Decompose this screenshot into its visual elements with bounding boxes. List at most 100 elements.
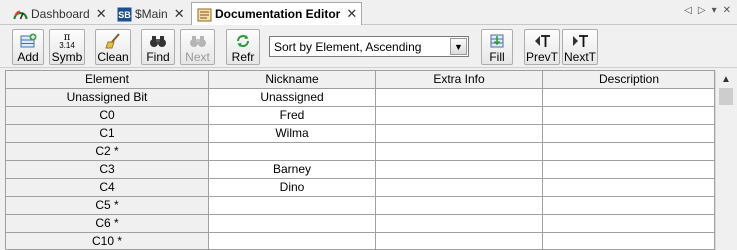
symb-label: Symb bbox=[51, 50, 83, 64]
nickname-cell[interactable] bbox=[209, 215, 376, 233]
extra-info-cell[interactable] bbox=[376, 233, 543, 249]
refresh-icon bbox=[233, 32, 253, 50]
svg-text:SB: SB bbox=[118, 10, 131, 20]
nickname-cell[interactable]: Dino bbox=[209, 179, 376, 197]
dashboard-icon bbox=[13, 7, 28, 22]
nickname-cell[interactable]: Fred bbox=[209, 107, 376, 125]
element-cell[interactable]: C10 * bbox=[6, 233, 209, 249]
close-icon[interactable]: ✕ bbox=[723, 5, 731, 16]
column-header-extra-info[interactable]: Extra Info bbox=[376, 71, 543, 89]
close-icon[interactable]: ✕ bbox=[346, 6, 357, 22]
documentation-grid: Element Nickname Extra Info Description … bbox=[5, 70, 715, 250]
nextt-label: NextT bbox=[563, 50, 596, 64]
add-icon bbox=[18, 32, 38, 50]
ladder-program-icon: SB bbox=[117, 7, 132, 22]
table-row[interactable]: C10 * bbox=[6, 233, 714, 249]
table-row[interactable]: C0 Fred bbox=[6, 107, 714, 125]
extra-info-cell[interactable] bbox=[376, 125, 543, 143]
grid-header: Element Nickname Extra Info Description bbox=[6, 71, 714, 89]
extra-info-cell[interactable] bbox=[376, 215, 543, 233]
scroll-up-icon[interactable]: ▲ bbox=[716, 70, 736, 88]
table-row[interactable]: C3 Barney bbox=[6, 161, 714, 179]
clean-button[interactable]: Clean bbox=[95, 29, 131, 65]
close-icon[interactable]: ✕ bbox=[96, 6, 107, 22]
chevron-down-icon[interactable]: ▼ bbox=[450, 38, 467, 55]
nickname-cell[interactable] bbox=[209, 143, 376, 161]
nickname-cell[interactable]: Wilma bbox=[209, 125, 376, 143]
nickname-cell[interactable] bbox=[209, 197, 376, 215]
extra-info-cell[interactable] bbox=[376, 89, 543, 107]
element-cell[interactable]: C6 * bbox=[6, 215, 209, 233]
documentation-toolbar: Add π 3.14 Symb Clean Find Next Refr Sor… bbox=[0, 26, 737, 68]
description-cell[interactable] bbox=[543, 107, 714, 125]
sort-select-value: Sort by Element, Ascending bbox=[274, 40, 422, 54]
element-cell[interactable]: C0 bbox=[6, 107, 209, 125]
fill-button[interactable]: Fill bbox=[481, 29, 513, 65]
tab-label: Dashboard bbox=[31, 7, 90, 21]
description-cell[interactable] bbox=[543, 143, 714, 161]
extra-info-cell[interactable] bbox=[376, 197, 543, 215]
table-row[interactable]: C5 * bbox=[6, 197, 714, 215]
find-label: Find bbox=[146, 50, 170, 64]
extra-info-cell[interactable] bbox=[376, 179, 543, 197]
sort-select[interactable]: Sort by Element, Ascending ▼ bbox=[269, 36, 469, 57]
fill-label: Fill bbox=[489, 50, 505, 64]
tab-documentation-editor[interactable]: Documentation Editor ✕ bbox=[191, 2, 363, 25]
refresh-button[interactable]: Refr bbox=[226, 29, 260, 65]
broom-icon bbox=[103, 32, 123, 50]
next-title-button[interactable]: NextT bbox=[562, 29, 598, 65]
nickname-cell[interactable] bbox=[209, 233, 376, 249]
tab-label: Documentation Editor bbox=[215, 7, 341, 21]
nickname-cell[interactable]: Barney bbox=[209, 161, 376, 179]
element-cell[interactable]: C3 bbox=[6, 161, 209, 179]
column-header-element[interactable]: Element bbox=[6, 71, 209, 89]
nickname-cell[interactable]: Unassigned bbox=[209, 89, 376, 107]
previous-title-button[interactable]: PrevT bbox=[524, 29, 560, 65]
table-row[interactable]: C6 * bbox=[6, 215, 714, 233]
binoculars-disabled-icon bbox=[188, 32, 208, 50]
tab-dashboard[interactable]: Dashboard ✕ bbox=[8, 3, 111, 25]
pi-value-text: 3.14 bbox=[59, 40, 75, 50]
column-header-description[interactable]: Description bbox=[543, 71, 714, 89]
add-button[interactable]: Add bbox=[12, 29, 44, 65]
element-cell[interactable]: C4 bbox=[6, 179, 209, 197]
extra-info-cell[interactable] bbox=[376, 161, 543, 179]
description-cell[interactable] bbox=[543, 197, 714, 215]
column-header-nickname[interactable]: Nickname bbox=[209, 71, 376, 89]
symbol-button[interactable]: π 3.14 Symb bbox=[49, 29, 85, 65]
table-row[interactable]: C1 Wilma bbox=[6, 125, 714, 143]
documentation-editor-icon bbox=[197, 7, 212, 22]
tab-main[interactable]: SB $Main ✕ bbox=[112, 3, 189, 25]
table-row[interactable]: C2 * bbox=[6, 143, 714, 161]
description-cell[interactable] bbox=[543, 233, 714, 249]
description-cell[interactable] bbox=[543, 161, 714, 179]
previous-title-icon bbox=[532, 32, 552, 50]
find-button[interactable]: Find bbox=[141, 29, 175, 65]
description-cell[interactable] bbox=[543, 125, 714, 143]
element-cell[interactable]: C1 bbox=[6, 125, 209, 143]
table-row[interactable]: Unassigned Bit Unassigned bbox=[6, 89, 714, 107]
scroll-right-icon[interactable]: ▷ bbox=[698, 5, 706, 16]
element-cell[interactable]: Unassigned Bit bbox=[6, 89, 209, 107]
clean-label: Clean bbox=[97, 50, 129, 64]
scroll-left-icon[interactable]: ◁ bbox=[684, 5, 692, 16]
refr-label: Refr bbox=[231, 50, 255, 64]
description-cell[interactable] bbox=[543, 89, 714, 107]
table-row[interactable]: C4 Dino bbox=[6, 179, 714, 197]
pi-icon: π 3.14 bbox=[59, 31, 75, 50]
description-cell[interactable] bbox=[543, 215, 714, 233]
extra-info-cell[interactable] bbox=[376, 143, 543, 161]
element-cell[interactable]: C5 * bbox=[6, 197, 209, 215]
fill-icon bbox=[487, 32, 507, 50]
vertical-scrollbar[interactable]: ▲ bbox=[715, 70, 735, 250]
scrollbar-thumb[interactable] bbox=[719, 88, 733, 105]
description-cell[interactable] bbox=[543, 179, 714, 197]
extra-info-cell[interactable] bbox=[376, 107, 543, 125]
close-icon[interactable]: ✕ bbox=[174, 6, 185, 22]
add-label: Add bbox=[17, 50, 39, 64]
next-button[interactable]: Next bbox=[180, 29, 215, 65]
element-cell[interactable]: C2 * bbox=[6, 143, 209, 161]
chevron-down-icon[interactable]: ▾ bbox=[712, 5, 717, 16]
tab-navigation: ◁ ▷ ▾ ✕ bbox=[684, 5, 731, 16]
next-title-icon bbox=[570, 32, 590, 50]
